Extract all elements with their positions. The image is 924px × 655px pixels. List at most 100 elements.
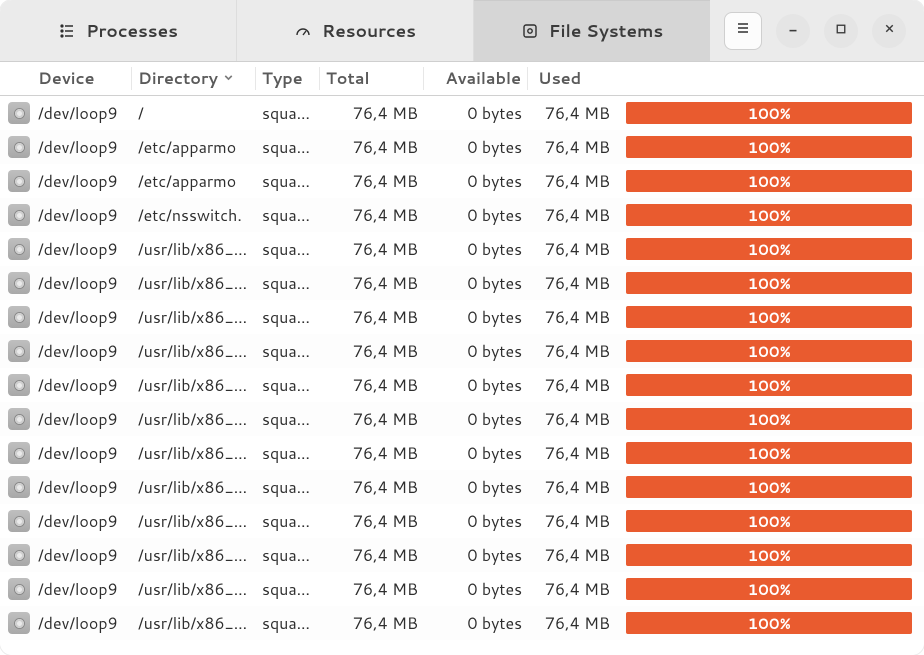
usage-bar: 100% [626, 136, 912, 158]
cell-device: /dev/loop9 [32, 510, 132, 533]
disk-icon-cell [0, 544, 32, 566]
table-row[interactable]: /dev/loop9 /usr/lib/x86_64 squashfs 76,4… [0, 436, 924, 470]
usage-bar: 100% [626, 238, 912, 260]
cell-directory: /usr/lib/x86_64 [132, 238, 256, 261]
cell-used-bar: 100% [620, 442, 924, 464]
maximize-button[interactable] [824, 14, 858, 48]
table-row[interactable]: /dev/loop9 /etc/apparmo squashfs 76,4 MB… [0, 130, 924, 164]
table-row[interactable]: /dev/loop9 /etc/nsswitch. squashfs 76,4 … [0, 198, 924, 232]
cell-used: 76,4 MB [528, 476, 620, 499]
hamburger-icon [735, 20, 751, 41]
cell-available: 0 bytes [424, 238, 528, 261]
cell-available: 0 bytes [424, 578, 528, 601]
usage-bar: 100% [626, 408, 912, 430]
disk-icon-cell [0, 102, 32, 124]
tab-filesystems[interactable]: File Systems [474, 0, 710, 61]
cell-type: squashfs [256, 612, 320, 635]
cell-type: squashfs [256, 204, 320, 227]
drive-icon [8, 102, 30, 124]
cell-used-bar: 100% [620, 102, 924, 124]
cell-device: /dev/loop9 [32, 272, 132, 295]
maximize-icon [835, 22, 847, 40]
col-device[interactable]: Device [32, 67, 132, 90]
cell-total: 76,4 MB [320, 578, 424, 601]
cell-total: 76,4 MB [320, 510, 424, 533]
col-used-label: Used [538, 67, 581, 90]
cell-total: 76,4 MB [320, 136, 424, 159]
tab-processes[interactable]: Processes [0, 0, 237, 61]
drive-icon [8, 612, 30, 634]
view-tabs: Processes Resources File Systems [0, 0, 710, 61]
usage-bar-label: 100% [626, 510, 912, 532]
table-row[interactable]: /dev/loop9 /usr/lib/x86_64 squashfs 76,4… [0, 368, 924, 402]
table-body[interactable]: /dev/loop9 / squashfs 76,4 MB 0 bytes 76… [0, 96, 924, 655]
cell-directory: /usr/lib/x86_64 [132, 476, 256, 499]
table-row[interactable]: /dev/loop9 / squashfs 76,4 MB 0 bytes 76… [0, 96, 924, 130]
table-row[interactable]: /dev/loop9 /usr/lib/x86_64 squashfs 76,4… [0, 402, 924, 436]
minimize-button[interactable] [776, 14, 810, 48]
usage-bar: 100% [626, 612, 912, 634]
drive-icon [8, 544, 30, 566]
table-row[interactable]: /dev/loop9 /usr/lib/x86_64 squashfs 76,4… [0, 470, 924, 504]
usage-bar: 100% [626, 442, 912, 464]
cell-available: 0 bytes [424, 612, 528, 635]
cell-used: 76,4 MB [528, 578, 620, 601]
cell-total: 76,4 MB [320, 374, 424, 397]
table-row[interactable]: /dev/loop9 /usr/lib/x86_64 squashfs 76,4… [0, 572, 924, 606]
usage-bar-label: 100% [626, 374, 912, 396]
table-row[interactable]: /dev/loop9 /usr/lib/x86_64 squashfs 76,4… [0, 300, 924, 334]
cell-device: /dev/loop9 [32, 578, 132, 601]
cell-device: /dev/loop9 [32, 238, 132, 261]
col-used[interactable]: Used [528, 67, 620, 90]
cell-directory: /usr/lib/x86_64 [132, 374, 256, 397]
usage-bar-label: 100% [626, 272, 912, 294]
cell-total: 76,4 MB [320, 408, 424, 431]
cell-available: 0 bytes [424, 476, 528, 499]
window-controls [710, 0, 924, 61]
usage-bar: 100% [626, 102, 912, 124]
cell-used: 76,4 MB [528, 238, 620, 261]
disk-icon-cell [0, 306, 32, 328]
table-row[interactable]: /dev/loop9 /usr/lib/x86_64 squashfs 76,4… [0, 538, 924, 572]
cell-directory: /usr/lib/x86_64 [132, 408, 256, 431]
drive-icon [8, 578, 30, 600]
table-row[interactable]: /dev/loop9 /usr/lib/x86_64 squashfs 76,4… [0, 266, 924, 300]
cell-total: 76,4 MB [320, 544, 424, 567]
cell-used: 76,4 MB [528, 340, 620, 363]
table-row[interactable]: /dev/loop9 /usr/lib/x86_64 squashfs 76,4… [0, 232, 924, 266]
cell-total: 76,4 MB [320, 272, 424, 295]
tab-resources-label: Resources [322, 19, 416, 43]
col-available[interactable]: Available [424, 67, 528, 90]
cell-device: /dev/loop9 [32, 306, 132, 329]
minimize-icon [786, 21, 800, 40]
table-row[interactable]: /dev/loop9 /etc/apparmo squashfs 76,4 MB… [0, 164, 924, 198]
hamburger-menu-button[interactable] [724, 12, 762, 50]
cell-used: 76,4 MB [528, 442, 620, 465]
cell-used-bar: 100% [620, 510, 924, 532]
close-button[interactable] [872, 14, 906, 48]
usage-bar: 100% [626, 306, 912, 328]
col-directory[interactable]: Directory [132, 67, 256, 90]
col-total[interactable]: Total [320, 67, 424, 90]
col-directory-label: Directory [138, 67, 218, 90]
cell-device: /dev/loop9 [32, 544, 132, 567]
usage-bar-label: 100% [626, 340, 912, 362]
disk-icon-cell [0, 510, 32, 532]
cell-device: /dev/loop9 [32, 408, 132, 431]
cell-used-bar: 100% [620, 272, 924, 294]
disk-icon-cell [0, 408, 32, 430]
cell-used-bar: 100% [620, 204, 924, 226]
tab-filesystems-label: File Systems [549, 19, 663, 43]
table-row[interactable]: /dev/loop9 /usr/lib/x86_64 squashfs 76,4… [0, 606, 924, 640]
cell-used-bar: 100% [620, 170, 924, 192]
cell-directory: /usr/lib/x86_64 [132, 544, 256, 567]
cell-used: 76,4 MB [528, 102, 620, 125]
col-type[interactable]: Type [256, 67, 320, 90]
cell-type: squashfs [256, 272, 320, 295]
cell-used: 76,4 MB [528, 544, 620, 567]
table-row[interactable]: /dev/loop9 /usr/lib/x86_64 squashfs 76,4… [0, 334, 924, 368]
table-row[interactable]: /dev/loop9 /usr/lib/x86_64 squashfs 76,4… [0, 504, 924, 538]
tab-resources[interactable]: Resources [237, 0, 474, 61]
usage-bar-label: 100% [626, 476, 912, 498]
disk-icon-cell [0, 612, 32, 634]
